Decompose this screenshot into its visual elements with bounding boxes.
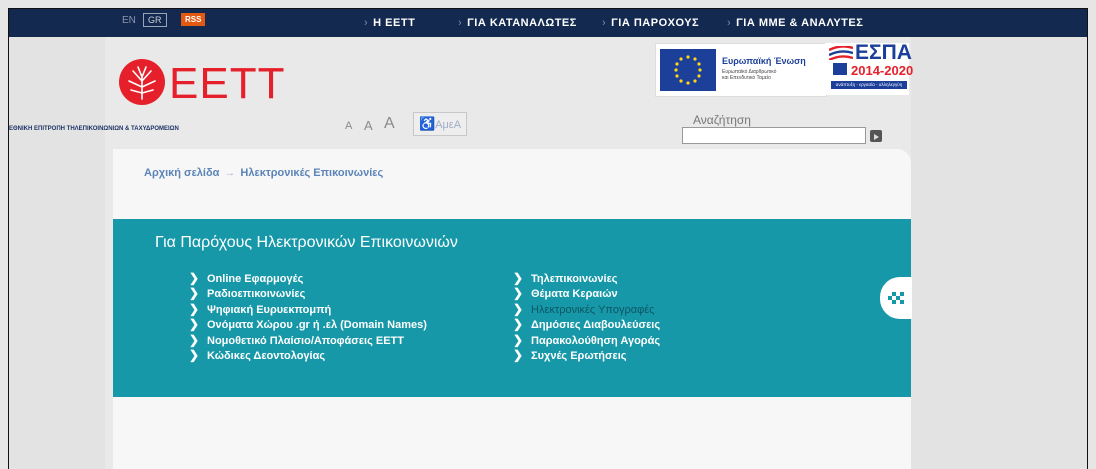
lang-en-link[interactable]: EN <box>122 15 136 26</box>
eett-logo[interactable]: ΕΕΤΤ <box>9 59 309 129</box>
page-title: Για Παρόχους Ηλεκτρονικών Επικοινωνιών <box>155 234 458 251</box>
chevron-right-icon: ❯ <box>189 286 200 301</box>
logo-subtitle: ΕΘΝΙΚΗ ΕΠΙΤΡΟΠΗ ΤΗΛΕΠΙΚΟΙΝΩΝΙΩΝ & ΤΑΧΥΔΡ… <box>9 126 179 132</box>
side-toggle-button[interactable] <box>880 277 912 319</box>
menu-item-digital-broadcasting[interactable]: ❯ Ψηφιακή Ευρυεκπομπή <box>189 302 427 317</box>
search-input[interactable] <box>682 127 866 144</box>
menu-column-2: ❯ Τηλεπικοινωνίες ❯ Θέματα Κεραιών ❯ Ηλεκτρ… <box>513 271 660 363</box>
nav-providers[interactable]: › ΓΙΑ ΠΑΡΟΧΟΥΣ <box>602 17 699 29</box>
chevron-right-icon: ❯ <box>513 347 524 362</box>
menu-item-online-apps[interactable]: ❯ Online Εφαρμογές <box>189 271 427 286</box>
eu-title: Ευρωπαϊκή Ένωση <box>722 56 806 66</box>
eu-flag-icon <box>660 49 716 91</box>
menu-item-public-consultations[interactable]: ❯ Δημόσιες Διαβουλεύσεις <box>513 317 660 332</box>
search-button[interactable] <box>870 130 882 142</box>
top-bar: EN GR RSS › Η ΕΕΤΤ › ΓΙΑ ΚΑΤΑΝΑΛΩΤΕΣ › ΓΙΑ … <box>9 9 1087 37</box>
espa-logo[interactable]: ΕΣΠΑ 2014-2020 ανάπτυξη - εργασία - αλλη… <box>825 41 913 95</box>
rss-button[interactable]: RSS <box>181 13 206 26</box>
menu-item-electronic-signatures[interactable]: ❯ Ηλεκτρονικές Υπογραφές <box>513 302 660 317</box>
menu-item-codes-of-conduct[interactable]: ❯ Κώδικες Δεοντολογίας <box>189 348 427 363</box>
browser-frame: EN GR RSS › Η ΕΕΤΤ › ΓΙΑ ΚΑΤΑΝΑΛΩΤΕΣ › ΓΙΑ … <box>8 8 1088 469</box>
search-label: Αναζήτηση <box>693 113 751 127</box>
espa-swoosh-icon <box>828 45 854 62</box>
play-arrow-icon <box>874 134 879 140</box>
eu-sub2: και Επενδυτικό Ταμείο <box>722 75 771 81</box>
breadcrumb-home-link[interactable]: Αρχική σελίδα <box>144 167 219 179</box>
breadcrumb-current-link[interactable]: Ηλεκτρονικές Επικοινωνίες <box>240 167 383 179</box>
lang-gr-link[interactable]: GR <box>143 13 167 27</box>
menu-item-telecommunications[interactable]: ❯ Τηλεπικοινωνίες <box>513 271 660 286</box>
espa-tagline: ανάπτυξη - εργασία - αλληλεγγύη <box>831 81 907 89</box>
flower-logo-icon <box>119 59 165 105</box>
menu-item-radiocommunications[interactable]: ❯ Ραδιοεπικοινωνίες <box>189 286 427 301</box>
wheelchair-icon: ♿ <box>418 116 436 131</box>
chevron-right-icon: ❯ <box>189 271 200 285</box>
font-size-small[interactable]: A <box>345 120 352 132</box>
logo-text: ΕΕΤΤ <box>169 59 286 108</box>
menu-item-legal-framework[interactable]: ❯ Νομοθετικό Πλαίσιο/Αποφάσεις ΕΕΤΤ <box>189 333 427 348</box>
espa-years: 2014-2020 <box>851 63 914 78</box>
chevron-right-icon: ❯ <box>513 301 524 316</box>
chevron-right-icon: ❯ <box>189 317 200 332</box>
providers-menu-panel: Για Παρόχους Ηλεκτρονικών Επικοινωνιών ❯… <box>113 219 911 397</box>
font-size-large[interactable]: A <box>384 115 395 133</box>
menu-item-domain-names[interactable]: ❯ Ονόματα Χώρου .gr ή .ελ (Domain Names) <box>189 317 427 332</box>
nav-media-analysts[interactable]: › ΓΙΑ ΜΜΕ & ΑΝΑΛΥΤΕΣ <box>727 17 863 29</box>
chevron-right-icon: ❯ <box>513 317 524 332</box>
menu-column-1: ❯ Online Εφαρμογές ❯ Ραδιοεπικοινωνίες ❯ Ψη… <box>189 271 427 363</box>
breadcrumb: Αρχική σελίδα → Ηλεκτρονικές Επικοινωνίες <box>144 167 383 179</box>
chevron-right-icon: ❯ <box>189 347 200 362</box>
nav-consumers[interactable]: › ΓΙΑ ΚΑΤΑΝΑΛΩΤΕΣ <box>458 17 577 29</box>
chevron-right-icon: ❯ <box>189 301 200 316</box>
chevron-right-icon: ❯ <box>513 332 524 347</box>
checker-icon <box>888 292 904 304</box>
chevron-right-icon: ❯ <box>189 332 200 347</box>
espa-eu-mini-flag-icon <box>833 63 847 75</box>
menu-item-antennas[interactable]: ❯ Θέματα Κεραιών <box>513 286 660 301</box>
breadcrumb-separator: → <box>224 167 236 179</box>
menu-item-faq[interactable]: ❯ Συχνές Ερωτήσεις <box>513 348 660 363</box>
eu-banner[interactable]: Ευρωπαϊκή Ένωση Ευρωπαϊκό Διαρθρωτικό κα… <box>655 43 827 97</box>
espa-title: ΕΣΠΑ <box>855 41 912 64</box>
breadcrumb-panel: Αρχική σελίδα → Ηλεκτρονικές Επικοινωνίες <box>113 149 911 219</box>
accessibility-button[interactable]: ♿ΑμεΑ <box>413 112 467 136</box>
nav-eett[interactable]: › Η ΕΕΤΤ <box>364 17 415 29</box>
chevron-right-icon: ❯ <box>513 286 524 301</box>
content-area <box>113 397 911 469</box>
menu-item-market-monitoring[interactable]: ❯ Παρακολούθηση Αγοράς <box>513 333 660 348</box>
chevron-right-icon: ❯ <box>513 271 524 285</box>
font-size-medium[interactable]: A <box>364 118 373 133</box>
